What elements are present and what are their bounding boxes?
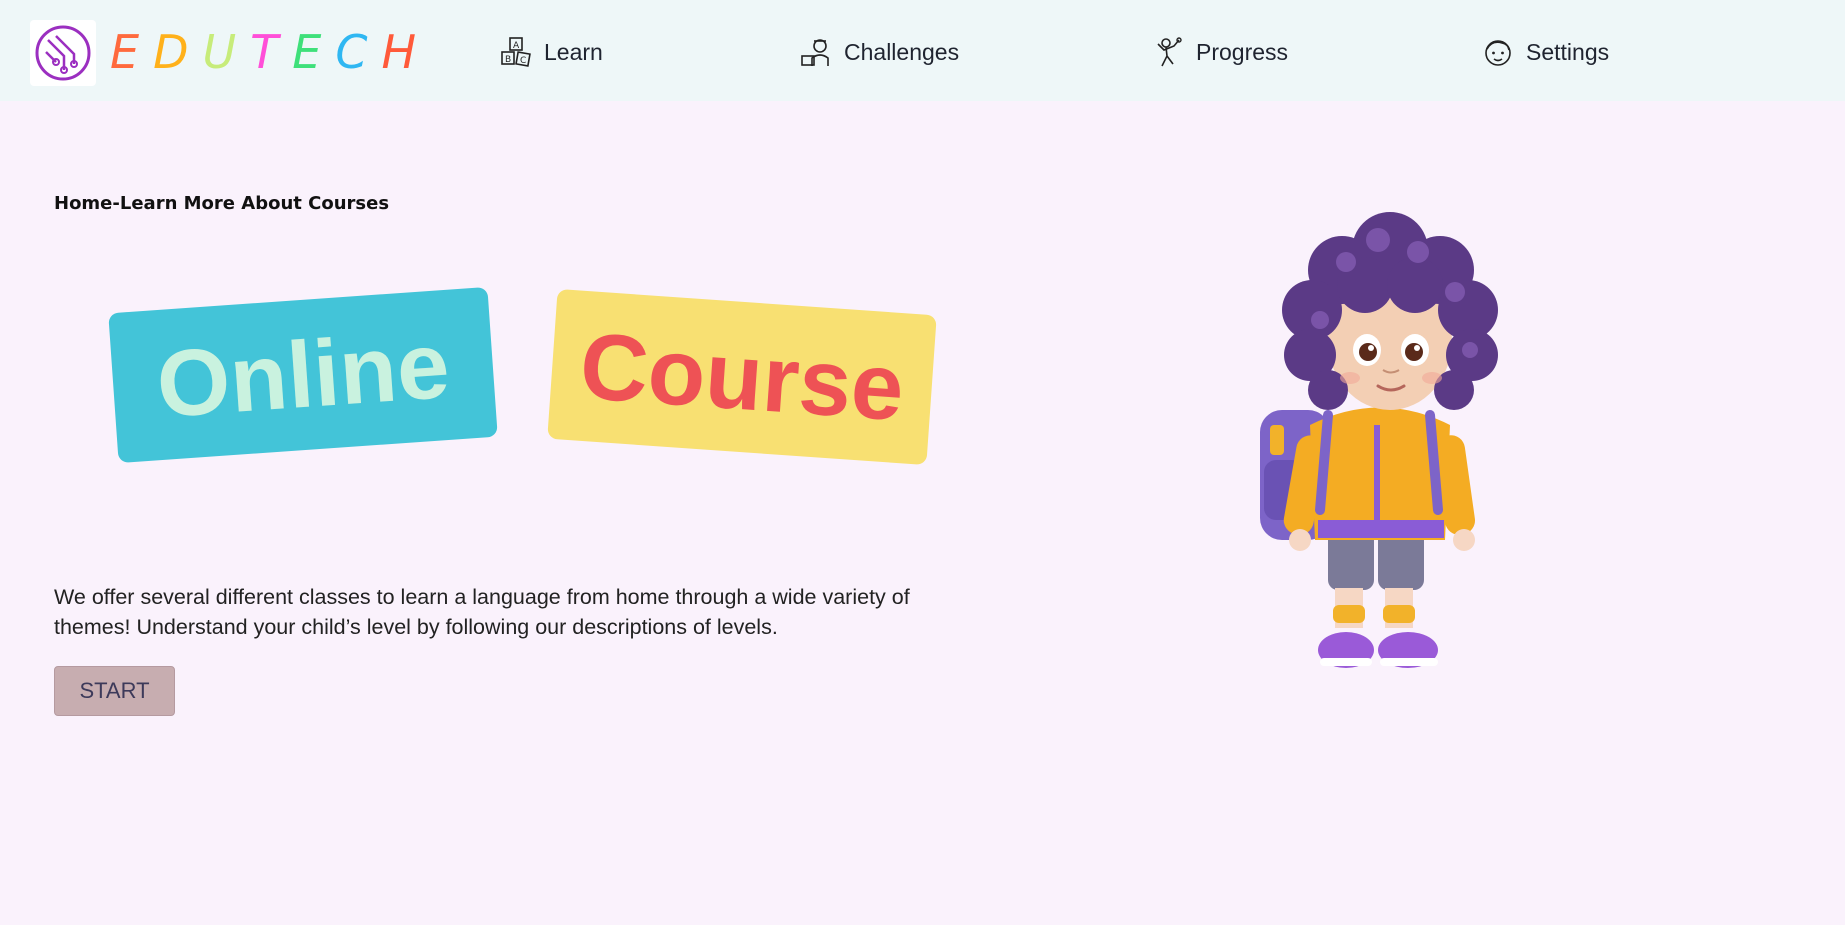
brand-letter: E (292, 25, 336, 79)
nav-progress[interactable]: Progress (1152, 30, 1288, 74)
abc-blocks-icon: A B C (501, 37, 531, 67)
nav-settings[interactable]: Settings (1482, 30, 1609, 74)
svg-text:A: A (513, 41, 520, 51)
start-button[interactable]: START (54, 666, 175, 716)
face-icon (1485, 40, 1511, 66)
child-with-backpack-illustration (1250, 210, 1530, 690)
student-computer-icon (801, 39, 829, 66)
brand-letter: E (110, 25, 154, 79)
nav-learn[interactable]: A B C Learn (500, 30, 603, 74)
breadcrumb: Home-Learn More About Courses (54, 193, 390, 214)
course-tile-word: Course (576, 312, 908, 441)
top-navigation-bar: EDUTECH A B C Learn Challenges Progress (0, 0, 1845, 101)
brand-letter: C (335, 25, 382, 79)
nav-settings-label: Settings (1526, 38, 1610, 65)
course-tile: Course (547, 288, 937, 466)
svg-text:C: C (520, 56, 526, 66)
nav-progress-label: Progress (1196, 38, 1289, 65)
climber-icon (1157, 37, 1182, 67)
nav-learn-label: Learn (544, 38, 603, 65)
brand-wordmark[interactable]: EDUTECH (110, 22, 430, 82)
brand-letter: D (153, 25, 203, 79)
brand-letter: T (250, 25, 293, 79)
course-description: We offer several different classes to le… (54, 585, 910, 639)
circuit-logo-icon[interactable] (30, 20, 96, 86)
svg-text:B: B (505, 55, 511, 65)
brand-letter: U (202, 25, 251, 79)
online-tile: Online (108, 286, 498, 464)
nav-challenges[interactable]: Challenges (800, 30, 959, 74)
brand-letter: H (381, 25, 431, 79)
online-tile-word: Online (153, 311, 453, 438)
nav-challenges-label: Challenges (844, 38, 960, 65)
